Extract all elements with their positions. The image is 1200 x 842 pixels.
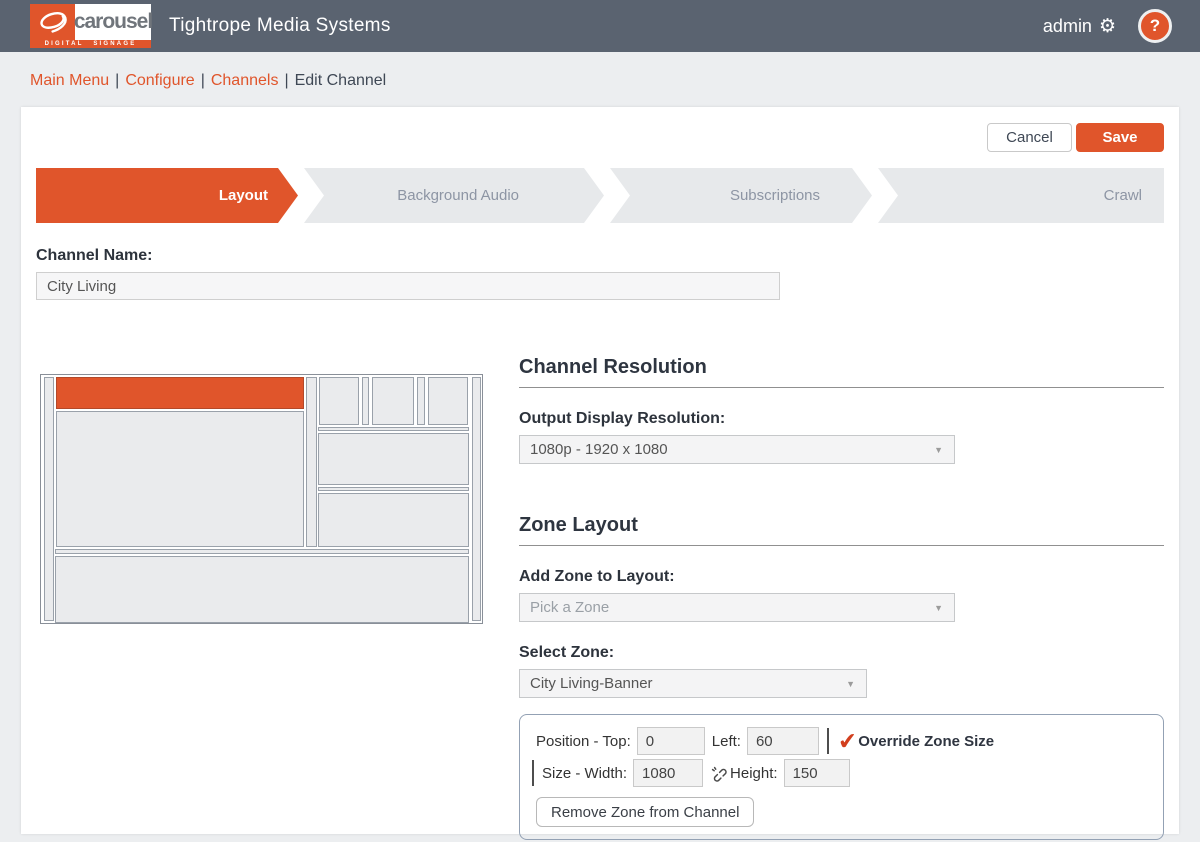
app-title: Tightrope Media Systems [169, 15, 391, 37]
breadcrumb-separator: | [115, 72, 119, 89]
position-left-label: Left: [712, 733, 741, 750]
top-header-bar: carousel DIGITAL SIGNAGE Tightrope Media… [0, 0, 1200, 52]
add-zone-dropdown[interactable]: Pick a Zone ▼ [519, 593, 955, 622]
zone-rect-medium-2[interactable] [318, 493, 469, 547]
size-height-label: Height: [730, 765, 778, 782]
breadcrumb-current: Edit Channel [295, 72, 387, 89]
zone-rect-bottom-strip[interactable] [55, 549, 469, 554]
add-zone-label: Add Zone to Layout: [519, 568, 1164, 586]
add-zone-value: Pick a Zone [530, 599, 609, 616]
edit-channel-card: Cancel Save Layout Background Audio Subs… [21, 107, 1179, 834]
swirl-icon [35, 8, 71, 36]
zone-rect-left-strip[interactable] [44, 377, 54, 621]
tab-crawl[interactable]: Crawl [878, 168, 1164, 223]
output-resolution-value: 1080p - 1920 x 1080 [530, 441, 668, 458]
divider [827, 728, 829, 754]
tab-background-audio[interactable]: Background Audio [304, 168, 604, 223]
override-zone-size-label[interactable]: Override Zone Size [858, 733, 994, 750]
heading-rule [519, 545, 1164, 546]
zone-rect-small-3[interactable] [428, 377, 468, 425]
breadcrumb: Main Menu | Configure | Channels | Edit Channe… [0, 52, 1200, 107]
zone-layout-heading: Zone Layout [519, 514, 1164, 537]
chevron-down-icon: ▼ [934, 445, 943, 455]
carousel-logo[interactable]: carousel DIGITAL SIGNAGE [30, 4, 151, 48]
zone-rect-hstrip-2[interactable] [318, 487, 469, 491]
admin-menu[interactable]: admin ⚙ [1043, 16, 1116, 37]
help-button[interactable]: ? [1138, 9, 1172, 43]
select-zone-dropdown[interactable]: City Living-Banner ▼ [519, 669, 867, 698]
channel-resolution-heading: Channel Resolution [519, 356, 1164, 379]
channel-name-label: Channel Name: [36, 247, 1164, 265]
override-check-icon[interactable]: ✔ [837, 729, 858, 753]
heading-rule [519, 387, 1164, 388]
tab-bar: Layout Background Audio Subscriptions Cr… [36, 168, 1164, 223]
breadcrumb-separator: | [201, 72, 205, 89]
breadcrumb-channels[interactable]: Channels [211, 72, 279, 89]
breadcrumb-configure[interactable]: Configure [125, 72, 194, 89]
tab-layout[interactable]: Layout [36, 168, 298, 223]
channel-name-input[interactable] [36, 272, 780, 300]
zone-rect-thin-1[interactable] [362, 377, 369, 425]
gear-icon[interactable]: ⚙ [1099, 17, 1116, 36]
position-left-input[interactable] [747, 727, 819, 755]
remove-zone-button[interactable]: Remove Zone from Channel [536, 797, 754, 827]
output-resolution-dropdown[interactable]: 1080p - 1920 x 1080 ▼ [519, 435, 955, 464]
size-width-label: Size - Width: [542, 765, 627, 782]
breadcrumb-main-menu[interactable]: Main Menu [30, 72, 109, 89]
unlink-icon [710, 765, 727, 782]
zone-rect-main[interactable] [56, 411, 304, 547]
select-zone-value: City Living-Banner [530, 675, 653, 692]
divider [532, 760, 534, 786]
save-button[interactable]: Save [1076, 123, 1164, 152]
zone-rect-hstrip-1[interactable] [318, 427, 469, 431]
brand-tagline: DIGITAL SIGNAGE [30, 40, 151, 48]
zone-rect-small-2[interactable] [372, 377, 414, 425]
size-height-input[interactable] [784, 759, 850, 787]
zone-rect-mid-strip[interactable] [306, 377, 317, 547]
zone-rect-small-1[interactable] [319, 377, 359, 425]
zone-rect-thin-2[interactable] [417, 377, 425, 425]
size-width-input[interactable] [633, 759, 703, 787]
cancel-button[interactable]: Cancel [987, 123, 1072, 152]
action-button-row: Cancel Save [21, 107, 1179, 152]
zone-rect-right-strip[interactable] [472, 377, 481, 621]
zone-properties-panel: Position - Top: Left: ✔ Override Zone Si… [519, 714, 1164, 840]
chevron-down-icon: ▼ [846, 679, 855, 689]
output-resolution-label: Output Display Resolution: [519, 410, 1164, 428]
chevron-down-icon: ▼ [934, 603, 943, 613]
position-top-label: Position - Top: [536, 733, 631, 750]
zone-layout-preview [40, 374, 483, 624]
carousel-swirl-icon [30, 4, 75, 40]
zone-rect-banner-selected[interactable] [56, 377, 304, 409]
select-zone-label: Select Zone: [519, 644, 1164, 662]
zone-rect-bottom[interactable] [55, 556, 469, 623]
zone-rect-medium-1[interactable] [318, 433, 469, 485]
position-top-input[interactable] [637, 727, 705, 755]
username: admin [1043, 16, 1092, 37]
brand-name: carousel [75, 4, 151, 40]
tab-subscriptions[interactable]: Subscriptions [610, 168, 872, 223]
breadcrumb-separator: | [284, 72, 288, 89]
